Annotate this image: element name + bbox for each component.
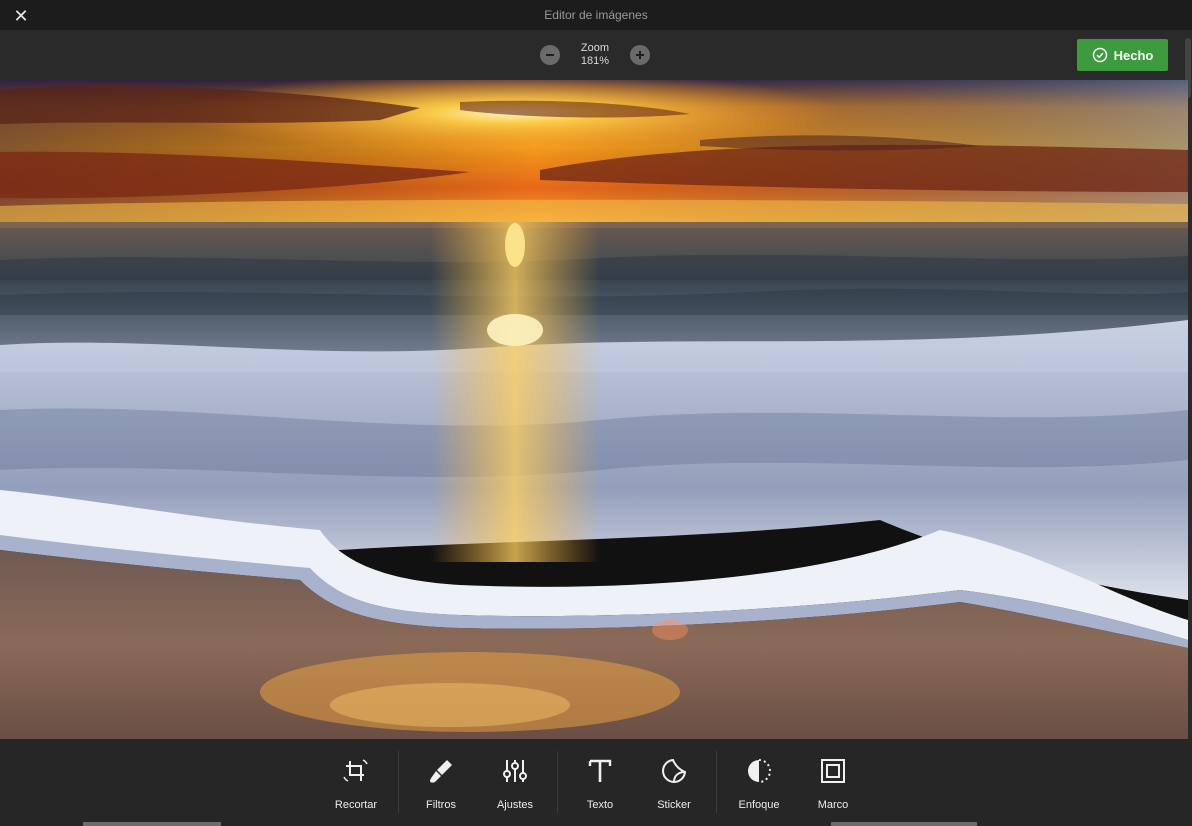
done-button-label: Hecho <box>1113 47 1154 63</box>
tool-adjust-label: Ajustes <box>496 799 534 811</box>
tool-sticker[interactable]: Sticker <box>639 751 709 811</box>
tool-filters-label: Filtros <box>426 799 456 811</box>
minus-icon <box>546 54 554 56</box>
close-icon: ✕ <box>13 6 29 26</box>
tool-focus[interactable]: Enfoque <box>724 751 794 811</box>
done-button[interactable]: Hecho <box>1077 39 1168 71</box>
plus-icon <box>635 51 644 59</box>
tool-crop-label: Recortar <box>334 799 378 811</box>
check-circle-icon <box>1092 47 1107 63</box>
horizontal-scrollbar-left[interactable] <box>83 822 221 826</box>
window-title: Editor de imágenes <box>544 8 648 22</box>
zoom-readout: Zoom 181% <box>581 42 609 68</box>
sliders-icon <box>503 760 527 782</box>
toolbar-divider <box>716 751 717 813</box>
crop-icon <box>343 759 368 782</box>
tool-frame-label: Marco <box>817 799 849 811</box>
zoom-in-button[interactable] <box>629 45 650 65</box>
close-button[interactable]: ✕ <box>12 7 30 25</box>
editor-toolbar: Recortar Filtros Ajustes Texto Sticker E… <box>0 739 1192 826</box>
zoom-value: 181% <box>580 55 610 67</box>
text-icon <box>588 759 612 782</box>
tool-sticker-label: Sticker <box>657 799 691 811</box>
zoom-control: Zoom 181% <box>540 38 650 72</box>
brush-icon <box>430 760 452 783</box>
tool-adjust[interactable]: Ajustes <box>480 751 550 811</box>
tool-frame[interactable]: Marco <box>798 751 868 811</box>
tool-filters[interactable]: Filtros <box>406 751 476 811</box>
beach-sunset-image <box>0 80 1188 739</box>
top-toolbar: Zoom 181% Hecho <box>0 30 1192 80</box>
tool-text[interactable]: Texto <box>565 751 635 811</box>
title-bar: ✕ Editor de imágenes <box>0 0 1192 30</box>
tool-focus-label: Enfoque <box>738 799 780 811</box>
zoom-out-button[interactable] <box>540 45 560 65</box>
tool-text-label: Texto <box>586 799 614 811</box>
zoom-label: Zoom <box>580 42 610 54</box>
frame-icon <box>821 759 845 783</box>
sticker-icon <box>662 758 687 783</box>
image-canvas[interactable] <box>0 80 1188 739</box>
focus-icon <box>748 759 771 783</box>
tool-crop[interactable]: Recortar <box>321 751 391 811</box>
toolbar-divider <box>557 751 558 813</box>
toolbar-divider <box>398 751 399 813</box>
horizontal-scrollbar-right[interactable] <box>831 822 977 826</box>
